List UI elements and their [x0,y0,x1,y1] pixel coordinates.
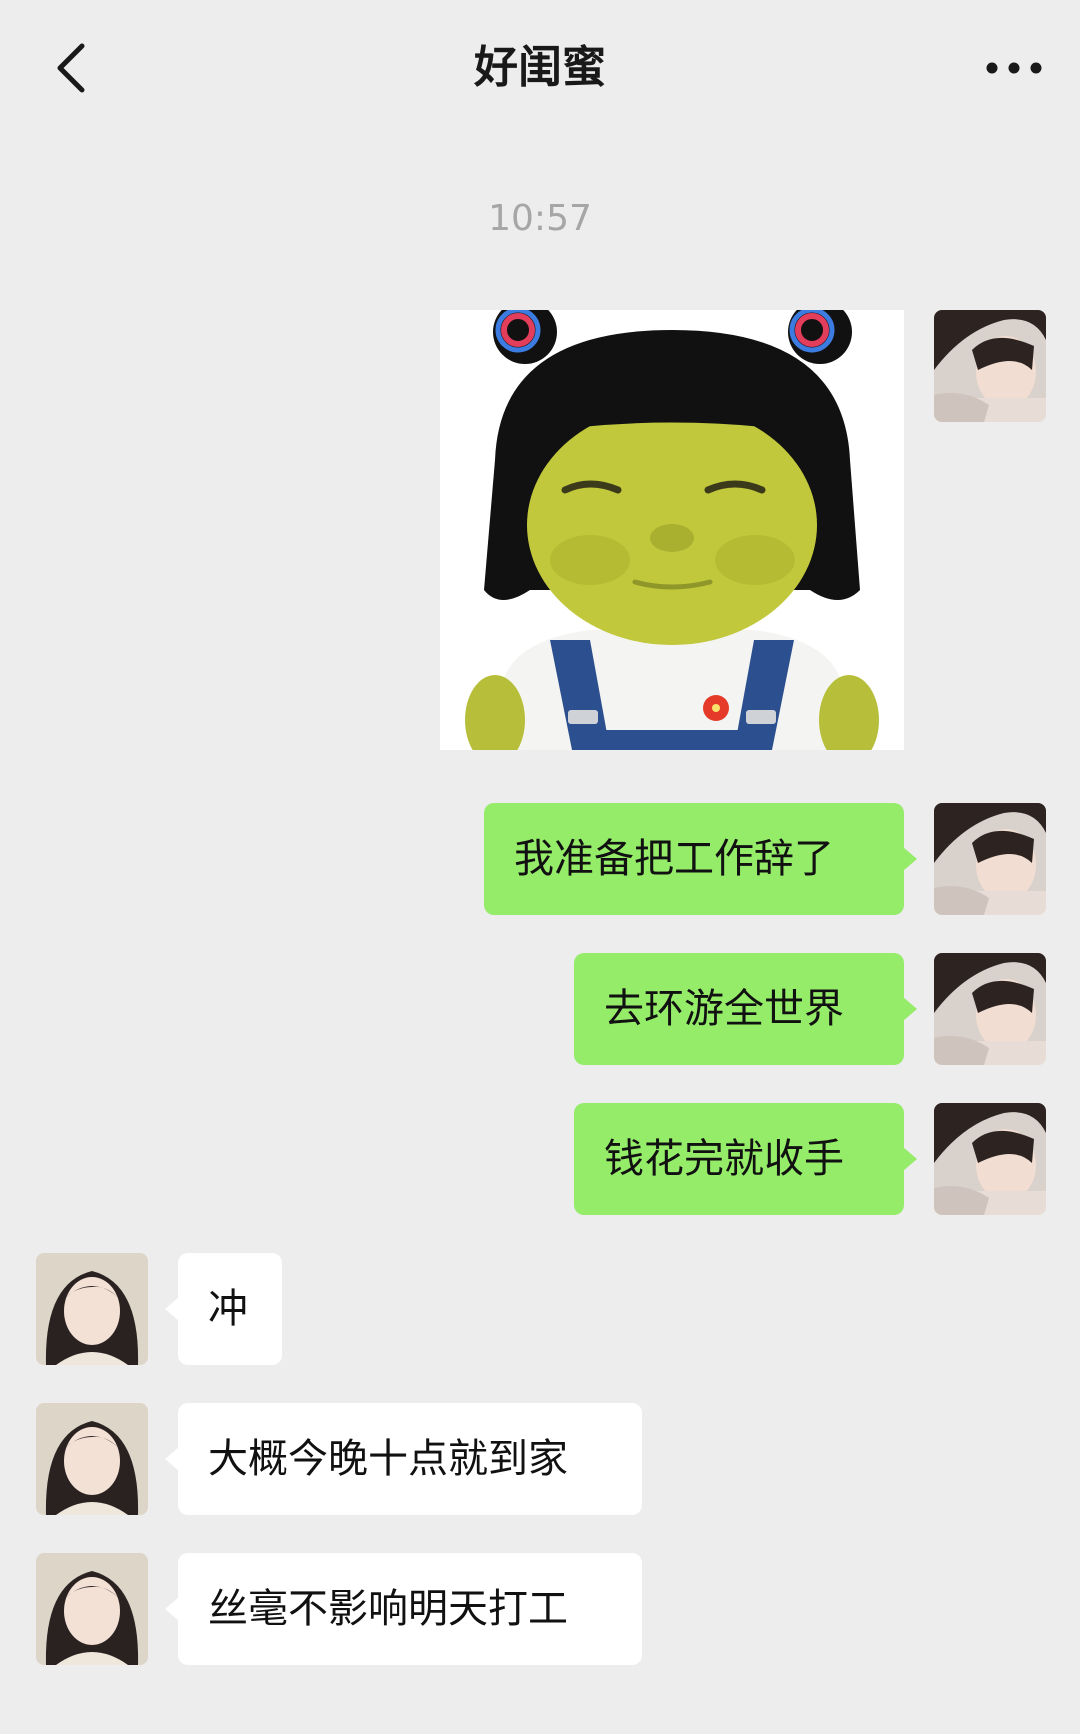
contact-avatar[interactable] [36,1253,148,1365]
chat-title: 好闺蜜 [474,42,606,93]
received-message-bubble[interactable]: 丝毫不影响明天打工 [165,1553,642,1665]
message-text: 大概今晚十点就到家 [208,1436,568,1482]
contact-avatar[interactable] [36,1403,148,1515]
user-photo-icon [934,1103,1046,1215]
sender-avatar[interactable] [934,310,1046,422]
message-text: 冲 [208,1286,248,1332]
message-text: 我准备把工作辞了 [514,836,834,882]
sender-avatar[interactable] [934,1103,1046,1215]
received-message-bubble[interactable]: 大概今晚十点就到家 [165,1403,642,1515]
user-photo-icon [934,803,1046,915]
sent-message-bubble[interactable]: 去环游全世界 [574,953,917,1065]
more-dots-icon [986,62,1042,74]
more-button[interactable] [984,52,1044,84]
contact-photo-icon [36,1403,148,1515]
sent-message-bubble[interactable]: 钱花完就收手 [574,1103,917,1215]
sent-message-bubble[interactable]: 我准备把工作辞了 [484,803,917,915]
chat-header: 好闺蜜 [0,0,1080,132]
contact-photo-icon [36,1253,148,1365]
contact-avatar[interactable] [36,1553,148,1665]
message-text: 丝毫不影响明天打工 [208,1586,568,1632]
received-message-bubble[interactable]: 冲 [165,1253,282,1365]
sticker-image[interactable] [440,310,904,750]
message-timestamp: 10:57 [488,198,592,239]
message-text: 钱花完就收手 [604,1136,844,1182]
message-text: 去环游全世界 [604,986,844,1032]
user-photo-icon [934,310,1046,422]
sender-avatar[interactable] [934,953,1046,1065]
sender-avatar[interactable] [934,803,1046,915]
user-photo-icon [934,953,1046,1065]
contact-photo-icon [36,1553,148,1665]
